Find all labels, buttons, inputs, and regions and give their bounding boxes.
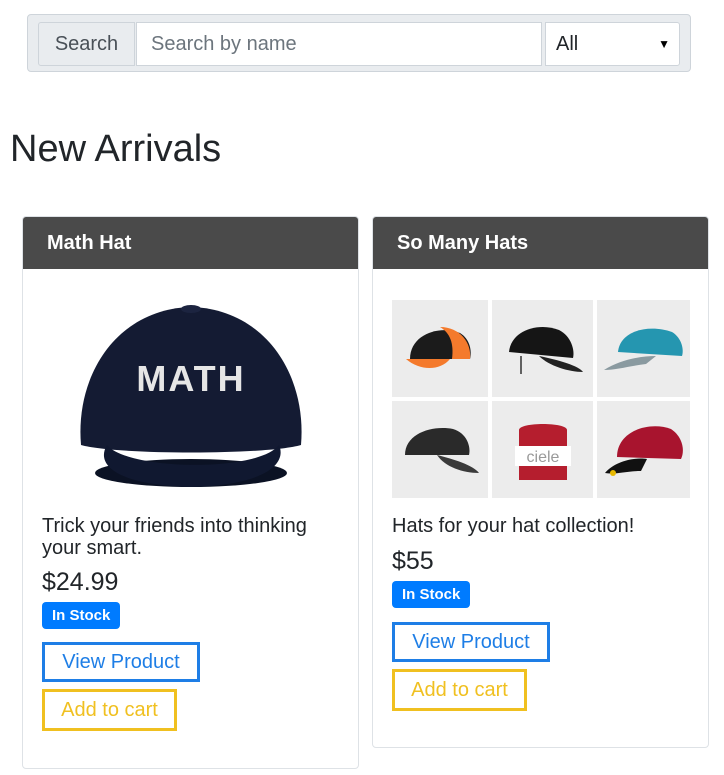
math-hat-image: MATH [80,305,302,487]
product-card-title: Math Hat [23,217,358,269]
view-product-button[interactable]: View Product [392,622,550,662]
add-to-cart-button[interactable]: Add to cart [392,669,527,711]
hat-image [392,401,488,498]
hat-logo-text: MATH [136,358,245,399]
hat-image [492,300,593,397]
hat-image [597,300,690,397]
filter-selected-value: All [556,32,579,55]
product-description: Trick your friends into thinking your sm… [42,515,307,559]
category-filter-select[interactable]: All ▼ [545,22,680,66]
hat-image [392,300,488,397]
ciele-logo-text: ciele [526,449,559,466]
product-card-math-hat: Math Hat MATH Trick your friends into th… [22,216,359,769]
page-title: New Arrivals [10,128,222,170]
dropdown-caret-icon: ▼ [658,37,670,51]
product-card-title: So Many Hats [373,217,708,269]
add-to-cart-button[interactable]: Add to cart [42,689,177,731]
hat-collection-image: ciele [392,300,690,498]
hat-image [597,401,690,498]
product-price: $55 [392,547,434,575]
product-card-so-many-hats: So Many Hats ciele Hats for your hat col… [372,216,709,748]
search-bar: Search All ▼ [27,14,691,72]
stock-badge: In Stock [392,581,471,608]
product-price: $24.99 [42,568,119,596]
product-description: Hats for your hat collection! [392,515,635,537]
hat-image: ciele [492,401,593,498]
search-input[interactable] [136,22,542,66]
view-product-button[interactable]: View Product [42,642,200,682]
search-button[interactable]: Search [38,22,135,66]
stock-badge: In Stock [42,602,121,629]
